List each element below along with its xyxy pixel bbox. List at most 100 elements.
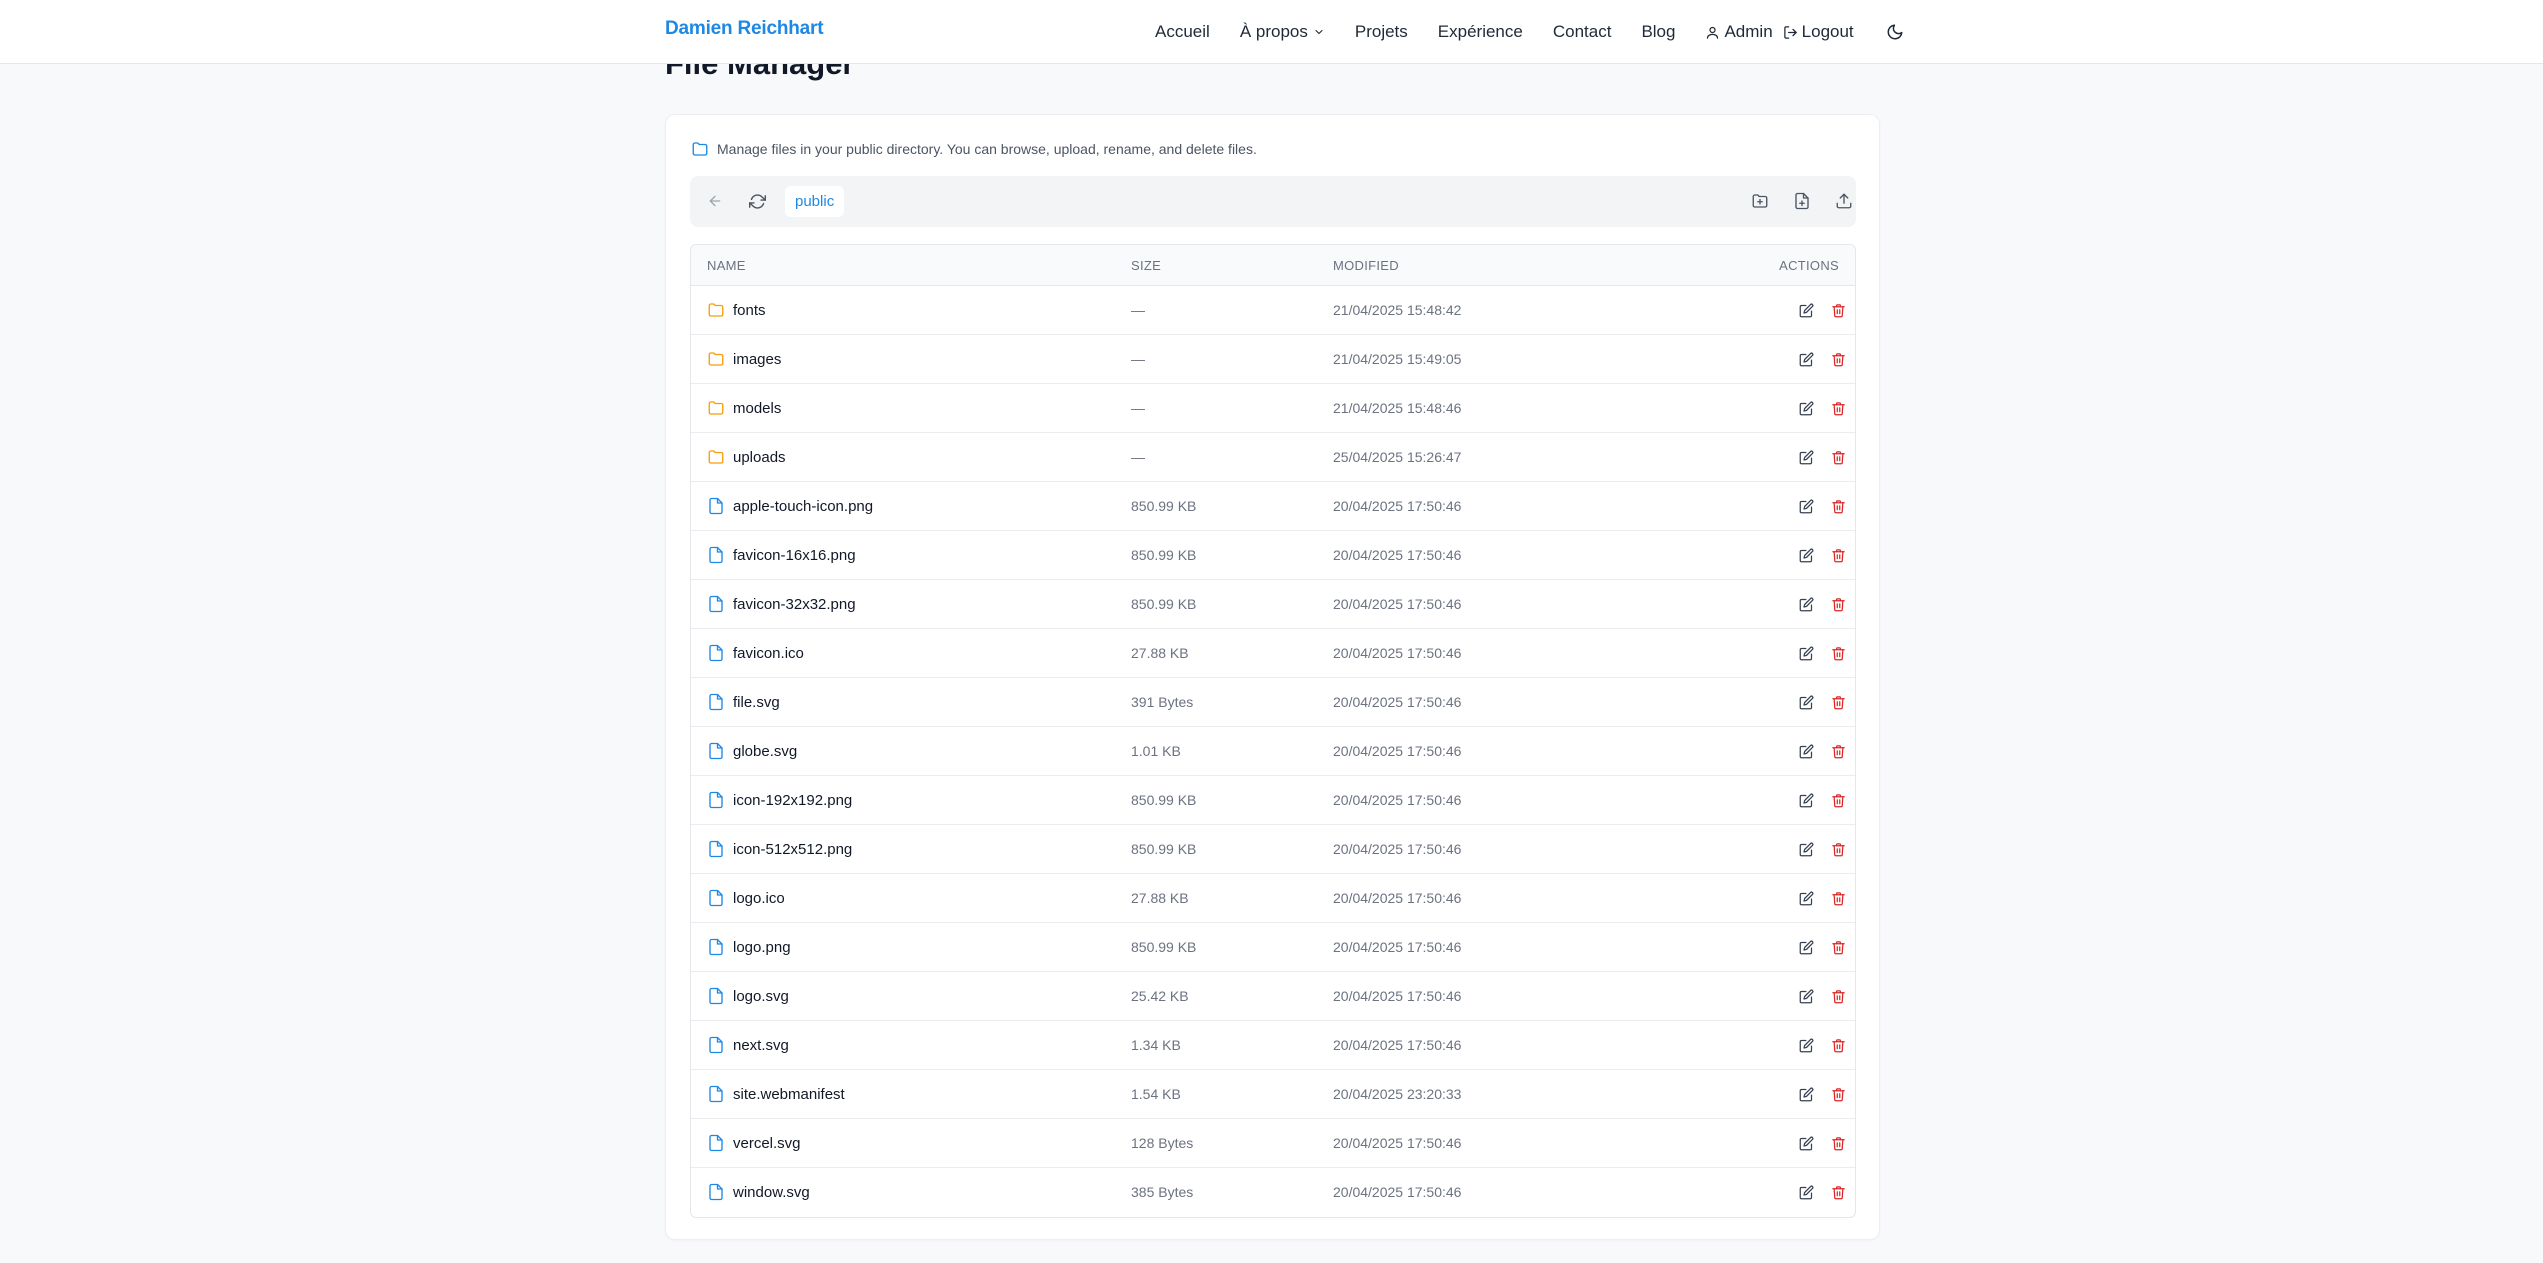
table-row[interactable]: next.svg 1.34 KB 20/04/2025 17:50:46 bbox=[691, 1021, 1855, 1070]
delete-button[interactable] bbox=[1829, 644, 1847, 662]
rename-button[interactable] bbox=[1797, 840, 1815, 858]
table-row[interactable]: models — 21/04/2025 15:48:46 bbox=[691, 384, 1855, 433]
nav-link-contact[interactable]: Contact bbox=[1553, 22, 1612, 42]
table-row[interactable]: fonts — 21/04/2025 15:48:42 bbox=[691, 286, 1855, 335]
table-row[interactable]: window.svg 385 Bytes 20/04/2025 17:50:46 bbox=[691, 1168, 1855, 1217]
file-name-cell[interactable]: images bbox=[707, 335, 781, 383]
delete-button[interactable] bbox=[1829, 1085, 1847, 1103]
file-name-cell[interactable]: site.webmanifest bbox=[707, 1070, 845, 1118]
refresh-button[interactable] bbox=[745, 189, 769, 213]
rename-button[interactable] bbox=[1797, 1036, 1815, 1054]
file-name-cell[interactable]: apple-touch-icon.png bbox=[707, 482, 873, 530]
file-name-cell[interactable]: models bbox=[707, 384, 781, 432]
delete-button[interactable] bbox=[1829, 350, 1847, 368]
rename-button[interactable] bbox=[1797, 546, 1815, 564]
table-row[interactable]: globe.svg 1.01 KB 20/04/2025 17:50:46 bbox=[691, 727, 1855, 776]
rename-button[interactable] bbox=[1797, 301, 1815, 319]
brand-link[interactable]: Damien Reichhart bbox=[665, 18, 824, 40]
new-file-button[interactable] bbox=[1790, 189, 1814, 213]
nav-link-apropos-dropdown[interactable]: À propos bbox=[1240, 22, 1325, 42]
rename-button[interactable] bbox=[1797, 938, 1815, 956]
delete-button[interactable] bbox=[1829, 301, 1847, 319]
column-header-name[interactable]: Name bbox=[707, 245, 746, 286]
table-row[interactable]: site.webmanifest 1.54 KB 20/04/2025 23:20:… bbox=[691, 1070, 1855, 1119]
file-name-cell[interactable]: favicon-16x16.png bbox=[707, 531, 856, 579]
table-row[interactable]: favicon-16x16.png 850.99 KB 20/04/2025 17:… bbox=[691, 531, 1855, 580]
file-name-cell[interactable]: favicon-32x32.png bbox=[707, 580, 856, 628]
file-name-cell[interactable]: file.svg bbox=[707, 678, 780, 726]
delete-button[interactable] bbox=[1829, 448, 1847, 466]
theme-toggle-button[interactable] bbox=[1886, 23, 1904, 41]
edit-icon bbox=[1799, 793, 1813, 807]
delete-button[interactable] bbox=[1829, 889, 1847, 907]
breadcrumb-public[interactable]: public bbox=[785, 186, 845, 217]
file-name-cell[interactable]: vercel.svg bbox=[707, 1119, 801, 1167]
refresh-icon bbox=[748, 193, 766, 209]
table-row[interactable]: images — 21/04/2025 15:49:05 bbox=[691, 335, 1855, 384]
file-name-cell[interactable]: next.svg bbox=[707, 1021, 789, 1069]
delete-button[interactable] bbox=[1829, 1134, 1847, 1152]
table-row[interactable]: icon-512x512.png 850.99 KB 20/04/2025 17:5… bbox=[691, 825, 1855, 874]
rename-button[interactable] bbox=[1797, 497, 1815, 515]
delete-button[interactable] bbox=[1829, 840, 1847, 858]
table-row[interactable]: favicon-32x32.png 850.99 KB 20/04/2025 17:… bbox=[691, 580, 1855, 629]
delete-button[interactable] bbox=[1829, 791, 1847, 809]
rename-button[interactable] bbox=[1797, 1183, 1815, 1201]
file-size: 385 Bytes bbox=[1131, 1184, 1194, 1200]
rename-button[interactable] bbox=[1797, 350, 1815, 368]
nav-link-blog[interactable]: Blog bbox=[1641, 22, 1675, 42]
nav-link-projets[interactable]: Projets bbox=[1355, 22, 1408, 42]
column-header-modified[interactable]: Modified bbox=[1333, 245, 1399, 286]
delete-button[interactable] bbox=[1829, 742, 1847, 760]
rename-button[interactable] bbox=[1797, 889, 1815, 907]
delete-button[interactable] bbox=[1829, 1036, 1847, 1054]
rename-button[interactable] bbox=[1797, 595, 1815, 613]
file-name-cell[interactable]: logo.svg bbox=[707, 972, 789, 1020]
file-name-cell[interactable]: uploads bbox=[707, 433, 786, 481]
delete-button[interactable] bbox=[1829, 399, 1847, 417]
nav-links: Accueil À propos Projets Expérience Cont… bbox=[1155, 0, 1904, 64]
rename-button[interactable] bbox=[1797, 693, 1815, 711]
column-header-size[interactable]: Size bbox=[1131, 245, 1161, 286]
file-name-cell[interactable]: icon-192x192.png bbox=[707, 776, 852, 824]
table-row[interactable]: logo.png 850.99 KB 20/04/2025 17:50:46 bbox=[691, 923, 1855, 972]
rename-button[interactable] bbox=[1797, 791, 1815, 809]
delete-button[interactable] bbox=[1829, 497, 1847, 515]
nav-link-accueil[interactable]: Accueil bbox=[1155, 22, 1210, 42]
rename-button[interactable] bbox=[1797, 987, 1815, 1005]
logout-button[interactable]: Logout bbox=[1783, 22, 1854, 42]
delete-button[interactable] bbox=[1829, 693, 1847, 711]
delete-button[interactable] bbox=[1829, 546, 1847, 564]
nav-link-experience[interactable]: Expérience bbox=[1438, 22, 1523, 42]
rename-button[interactable] bbox=[1797, 742, 1815, 760]
table-row[interactable]: logo.svg 25.42 KB 20/04/2025 17:50:46 bbox=[691, 972, 1855, 1021]
file-name-cell[interactable]: logo.ico bbox=[707, 874, 785, 922]
rename-button[interactable] bbox=[1797, 1134, 1815, 1152]
rename-button[interactable] bbox=[1797, 399, 1815, 417]
table-row[interactable]: apple-touch-icon.png 850.99 KB 20/04/2025 … bbox=[691, 482, 1855, 531]
delete-button[interactable] bbox=[1829, 987, 1847, 1005]
table-row[interactable]: uploads — 25/04/2025 15:26:47 bbox=[691, 433, 1855, 482]
rename-button[interactable] bbox=[1797, 448, 1815, 466]
file-name-cell[interactable]: fonts bbox=[707, 286, 766, 334]
table-row[interactable]: logo.ico 27.88 KB 20/04/2025 17:50:46 bbox=[691, 874, 1855, 923]
file-name-cell[interactable]: globe.svg bbox=[707, 727, 797, 775]
rename-button[interactable] bbox=[1797, 1085, 1815, 1103]
edit-icon bbox=[1799, 303, 1813, 317]
table-row[interactable]: icon-192x192.png 850.99 KB 20/04/2025 17:5… bbox=[691, 776, 1855, 825]
table-row[interactable]: file.svg 391 Bytes 20/04/2025 17:50:46 bbox=[691, 678, 1855, 727]
admin-link[interactable]: Admin bbox=[1705, 22, 1773, 42]
file-name-cell[interactable]: window.svg bbox=[707, 1168, 810, 1216]
file-name-cell[interactable]: icon-512x512.png bbox=[707, 825, 852, 873]
new-folder-button[interactable] bbox=[1748, 189, 1772, 213]
upload-button[interactable] bbox=[1832, 189, 1856, 213]
file-name-cell[interactable]: favicon.ico bbox=[707, 629, 804, 677]
back-button[interactable] bbox=[703, 189, 727, 213]
delete-button[interactable] bbox=[1829, 595, 1847, 613]
rename-button[interactable] bbox=[1797, 644, 1815, 662]
delete-button[interactable] bbox=[1829, 1183, 1847, 1201]
table-row[interactable]: vercel.svg 128 Bytes 20/04/2025 17:50:46 bbox=[691, 1119, 1855, 1168]
file-name-cell[interactable]: logo.png bbox=[707, 923, 791, 971]
delete-button[interactable] bbox=[1829, 938, 1847, 956]
table-row[interactable]: favicon.ico 27.88 KB 20/04/2025 17:50:46 bbox=[691, 629, 1855, 678]
